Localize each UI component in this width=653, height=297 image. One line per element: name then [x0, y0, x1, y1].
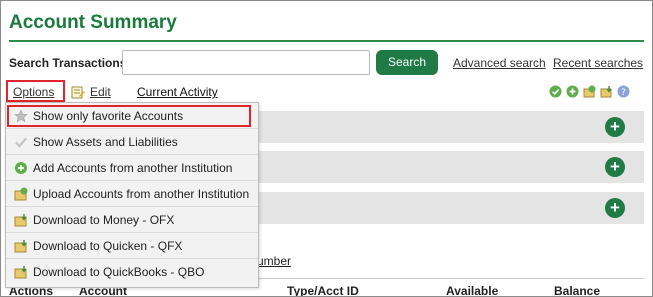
- download-icon[interactable]: [600, 85, 613, 98]
- advanced-search-link[interactable]: Advanced search: [453, 56, 546, 70]
- column-header-type[interactable]: Type/Acct ID: [287, 284, 359, 296]
- search-button[interactable]: Search: [376, 50, 438, 75]
- toolbar-icons: ?: [549, 85, 630, 99]
- download-icon: [14, 239, 28, 253]
- page-title: Account Summary: [9, 12, 177, 33]
- account-summary-window: Account Summary Search Transactions: Sea…: [0, 0, 653, 297]
- edit-link[interactable]: Edit: [90, 85, 111, 99]
- title-divider: [9, 40, 644, 42]
- options-menu-button[interactable]: Options: [13, 85, 54, 99]
- add-icon[interactable]: [566, 85, 579, 98]
- menu-item-label: Add Accounts from another Institution: [33, 160, 233, 175]
- add-account-button[interactable]: +: [605, 157, 625, 177]
- recent-searches-link[interactable]: Recent searches: [553, 56, 643, 70]
- edit-icon[interactable]: [71, 85, 85, 99]
- menu-item-download-money[interactable]: Download to Money - OFX: [6, 207, 258, 233]
- download-icon: [14, 265, 28, 279]
- search-label: Search Transactions:: [9, 56, 131, 70]
- menu-item-download-quickbooks[interactable]: Download to QuickBooks - QBO: [6, 259, 258, 285]
- search-input[interactable]: [122, 50, 370, 75]
- menu-item-label: Download to Quicken - QFX: [33, 238, 183, 253]
- menu-item-show-assets[interactable]: Show Assets and Liabilities: [6, 129, 258, 155]
- upload-icon: [14, 187, 28, 201]
- menu-item-download-quicken[interactable]: Download to Quicken - QFX: [6, 233, 258, 259]
- menu-item-label: Download to QuickBooks - QBO: [33, 265, 205, 279]
- menu-item-label: Download to Money - OFX: [33, 212, 175, 227]
- options-dropdown-menu: Show only favorite Accounts Show Assets …: [5, 102, 259, 288]
- menu-item-label: Show Assets and Liabilities: [33, 134, 178, 149]
- add-account-button[interactable]: +: [605, 117, 625, 137]
- menu-item-add-accounts[interactable]: Add Accounts from another Institution: [6, 155, 258, 181]
- add-account-button[interactable]: +: [605, 198, 625, 218]
- download-icon: [14, 213, 28, 227]
- column-header-balance[interactable]: Balance: [554, 284, 600, 296]
- check-icon: [14, 135, 28, 149]
- column-header-available[interactable]: Available: [446, 284, 498, 296]
- upload-icon[interactable]: [583, 85, 596, 98]
- account-number-link[interactable]: umber: [257, 254, 291, 268]
- menu-item-upload-accounts[interactable]: Upload Accounts from another Institution: [6, 181, 258, 207]
- menu-item-label: Upload Accounts from another Institution: [33, 186, 250, 201]
- svg-text:?: ?: [621, 88, 626, 98]
- check-icon[interactable]: [549, 85, 562, 98]
- current-activity-link[interactable]: Current Activity: [137, 85, 218, 99]
- add-icon: [14, 161, 28, 175]
- favorite-accounts-highlight-box: [7, 105, 251, 127]
- help-icon[interactable]: ?: [617, 85, 630, 98]
